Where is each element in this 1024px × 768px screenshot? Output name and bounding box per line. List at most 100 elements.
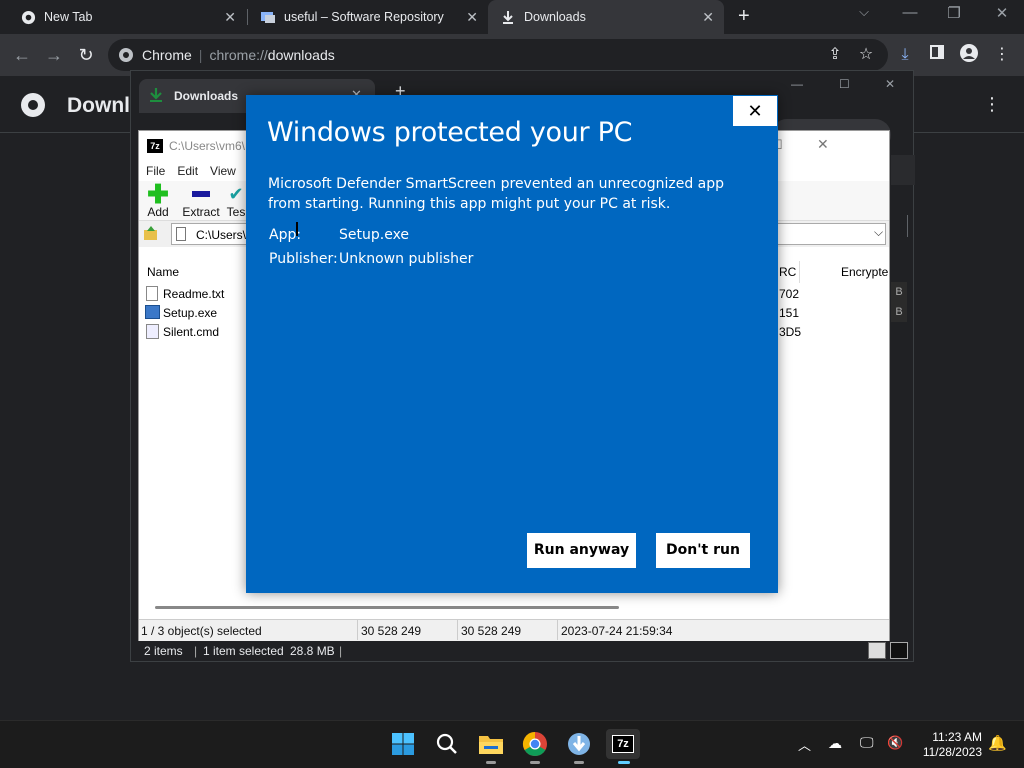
- column-name[interactable]: Name: [147, 265, 179, 279]
- notification-bell-icon[interactable]: 🔔: [988, 734, 1007, 752]
- dont-run-button[interactable]: Don't run: [656, 533, 750, 568]
- profile-avatar[interactable]: [958, 44, 980, 66]
- running-indicator: [574, 761, 584, 764]
- inner-side-strip: [891, 155, 915, 185]
- share-icon[interactable]: ⇪: [824, 44, 846, 66]
- tab-software-repository[interactable]: useful – Software Repository ✕: [248, 0, 488, 34]
- bookmark-star-icon[interactable]: ☆: [855, 44, 877, 66]
- script-file-icon: [146, 324, 159, 339]
- download-icon: [149, 87, 163, 106]
- file-name: Setup.exe: [163, 306, 218, 320]
- start-button[interactable]: [388, 729, 418, 759]
- close-window-button[interactable]: ✕: [885, 77, 895, 91]
- restore-button[interactable]: ❐: [934, 4, 974, 22]
- folder-icon: [479, 736, 503, 754]
- download-icon: [500, 9, 516, 25]
- folder-up-icon[interactable]: [143, 225, 159, 244]
- file-explorer-button[interactable]: [476, 729, 506, 764]
- close-window-button[interactable]: ✕: [817, 136, 829, 153]
- close-icon: ✕: [747, 101, 763, 121]
- menu-kebab-icon[interactable]: ⋮: [991, 44, 1013, 66]
- close-button[interactable]: ✕: [732, 95, 778, 127]
- status-packed: 30 528 249: [461, 624, 522, 638]
- close-icon[interactable]: ✕: [702, 9, 714, 26]
- chrome-icon: [20, 9, 36, 25]
- address-bar[interactable]: Chrome | chrome://downloads: [108, 39, 888, 71]
- minimize-button[interactable]: —: [890, 4, 930, 21]
- publisher-row: Publisher:Unknown publisher: [269, 251, 473, 267]
- menu-edit[interactable]: Edit: [177, 164, 198, 178]
- tab-strip: New Tab ✕ useful – Software Repository ✕…: [0, 0, 1024, 34]
- chrome-taskbar-button[interactable]: [520, 729, 550, 764]
- more-actions-icon[interactable]: ⋮: [983, 94, 1001, 115]
- app-row: App: Setup.exe: [269, 227, 409, 243]
- site-info-icon[interactable]: [118, 47, 134, 63]
- chevron-down-icon[interactable]: ⌵: [874, 225, 883, 240]
- extract-label: Extract: [182, 205, 220, 219]
- tab-label: Downloads: [524, 10, 586, 24]
- status-modified: 2023-07-24 21:59:34: [561, 624, 673, 638]
- status-selection: 1 / 3 object(s) selected: [141, 624, 262, 638]
- tab-new-tab[interactable]: New Tab ✕: [0, 0, 246, 34]
- run-anyway-button[interactable]: Run anyway: [527, 533, 636, 568]
- inner-divider: [907, 215, 908, 237]
- extract-button[interactable]: Extract: [179, 183, 223, 219]
- column-crc[interactable]: RC: [779, 265, 796, 279]
- close-icon[interactable]: ✕: [466, 9, 478, 26]
- plus-icon: ✚: [147, 179, 169, 209]
- minimize-button[interactable]: —: [791, 77, 803, 91]
- site-label: Chrome: [142, 47, 192, 63]
- minus-icon: [179, 183, 223, 205]
- dialog-description: Microsoft Defender SmartScreen prevented…: [268, 176, 725, 212]
- status-divider: |: [194, 644, 198, 658]
- network-icon[interactable]: 🖵: [860, 734, 874, 751]
- chrome-icon: [522, 732, 547, 757]
- downloads-icon[interactable]: ⤓: [894, 44, 916, 66]
- close-window-button[interactable]: ✕: [982, 4, 1022, 22]
- volume-muted-icon[interactable]: 🔇: [887, 735, 903, 751]
- status-divider: [457, 620, 458, 640]
- chevron-up-icon[interactable]: ︿: [798, 735, 811, 754]
- 7zip-statusbar: 1 / 3 object(s) selected 30 528 249 30 5…: [139, 619, 889, 641]
- add-button[interactable]: ✚ Add: [136, 179, 180, 219]
- publisher-label: Publisher:: [269, 251, 338, 267]
- search-icon: [436, 733, 457, 754]
- chrome-logo-icon: [20, 92, 46, 121]
- tab-downloads[interactable]: Downloads ✕: [488, 0, 724, 34]
- details-view-icon[interactable]: [868, 642, 886, 659]
- close-icon[interactable]: ✕: [224, 9, 236, 26]
- installer-taskbar-button[interactable]: [564, 729, 594, 764]
- running-indicator: [530, 761, 540, 764]
- running-indicator: [486, 761, 496, 764]
- system-clock[interactable]: 11:23 AM 11/28/2023: [923, 730, 982, 760]
- restore-button[interactable]: ☐: [839, 77, 850, 91]
- column-encrypted[interactable]: Encrypte: [841, 265, 888, 279]
- app-value: Setup.exe: [339, 227, 410, 243]
- text-cursor-icon: [296, 222, 298, 236]
- horizontal-scrollbar[interactable]: [155, 606, 619, 609]
- menu-file[interactable]: File: [146, 164, 165, 178]
- menu-view[interactable]: View: [210, 164, 236, 178]
- cloud-icon[interactable]: ☁: [828, 735, 842, 752]
- url-scheme: chrome://: [209, 47, 268, 63]
- tab-search-icon[interactable]: ⌵: [844, 4, 884, 20]
- smartscreen-dialog: ✕ Windows protected your PC Microsoft De…: [246, 95, 778, 593]
- search-button[interactable]: [432, 729, 462, 759]
- page-title: Downl: [67, 94, 130, 117]
- forward-button[interactable]: →: [42, 43, 66, 67]
- 7zip-taskbar-button[interactable]: 7z: [606, 729, 640, 764]
- reload-button[interactable]: ↻: [74, 43, 98, 67]
- explorer-statusbar: 2 items | 1 item selected 28.8 MB |: [138, 641, 910, 661]
- status-size: 30 528 249: [361, 624, 422, 638]
- url-host: downloads: [267, 47, 335, 63]
- file-extra: B: [891, 302, 907, 322]
- status-selected: 1 item selected: [203, 644, 284, 658]
- status-items: 2 items: [144, 644, 183, 658]
- file-crc: 702: [779, 287, 800, 301]
- omnibox-divider: |: [198, 47, 203, 63]
- preview-view-icon[interactable]: [890, 642, 908, 659]
- clock-date: 11/28/2023: [922, 745, 982, 759]
- new-tab-button[interactable]: +: [738, 5, 750, 28]
- back-button[interactable]: ←: [10, 43, 34, 67]
- side-panel-icon[interactable]: [926, 44, 948, 66]
